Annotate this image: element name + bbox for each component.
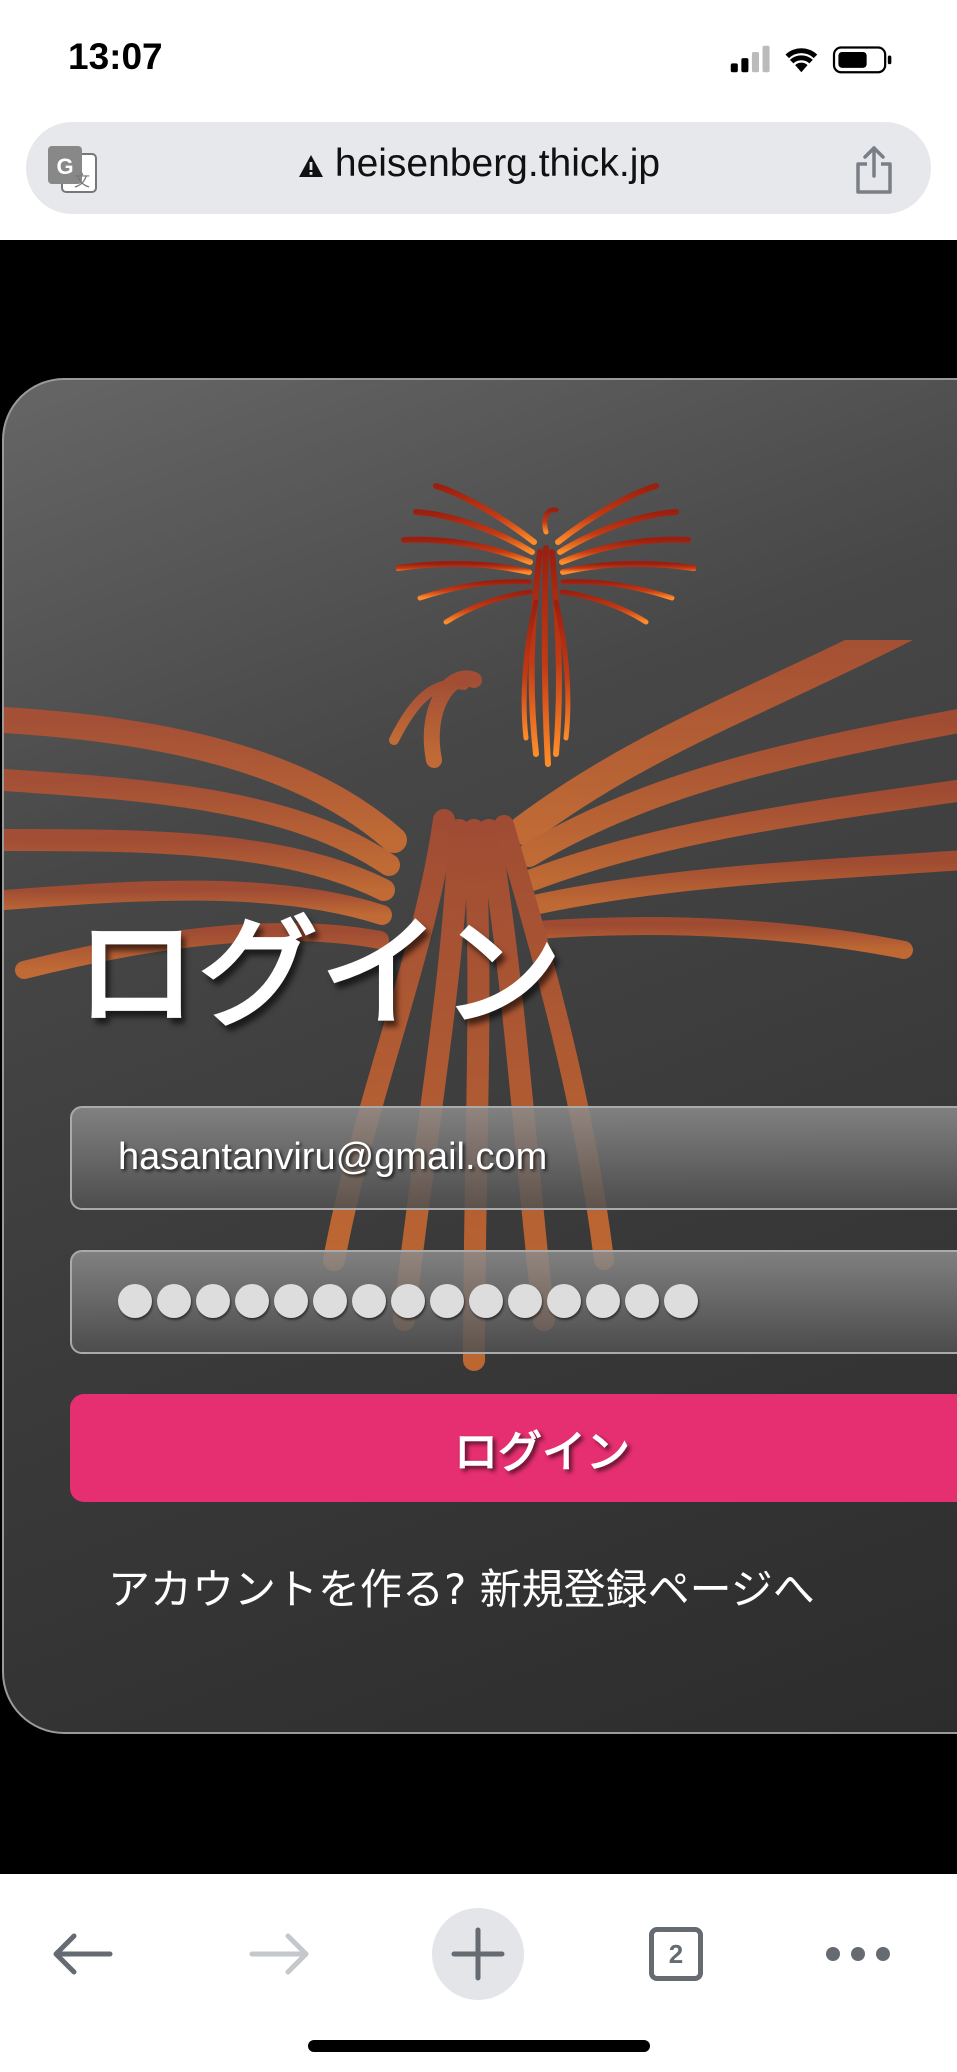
phoenix-logo bbox=[396, 483, 696, 767]
password-dot bbox=[157, 1284, 191, 1318]
home-indicator bbox=[308, 2040, 650, 2052]
address-bar[interactable]: G 文 heisenberg.thick.jp bbox=[26, 122, 931, 214]
password-dot bbox=[625, 1284, 659, 1318]
new-tab-icon bbox=[451, 1927, 505, 1981]
password-dot bbox=[274, 1284, 308, 1318]
password-dot bbox=[664, 1284, 698, 1318]
password-mask bbox=[118, 1284, 698, 1318]
login-button[interactable]: ログイン bbox=[70, 1394, 957, 1502]
forward-button[interactable] bbox=[230, 1904, 330, 2004]
password-dot bbox=[391, 1284, 425, 1318]
login-card: ログイン hasantanviru@gmail.com ログイン アカウントを作… bbox=[2, 378, 957, 1734]
warning-triangle-icon bbox=[298, 154, 323, 177]
password-dot bbox=[352, 1284, 386, 1318]
status-icons bbox=[730, 45, 892, 74]
status-time: 13:07 bbox=[68, 36, 163, 77]
share-icon[interactable] bbox=[853, 144, 895, 196]
password-dot bbox=[235, 1284, 269, 1318]
url-display[interactable]: heisenberg.thick.jp bbox=[26, 142, 931, 186]
password-dot bbox=[118, 1284, 152, 1318]
wifi-icon bbox=[785, 48, 818, 73]
password-field[interactable] bbox=[70, 1250, 957, 1354]
tabs-icon: 2 bbox=[649, 1927, 703, 1981]
email-value: hasantanviru@gmail.com bbox=[118, 1136, 548, 1178]
web-page: ログイン hasantanviru@gmail.com ログイン アカウントを作… bbox=[0, 240, 957, 1874]
browser-chrome: G 文 heisenberg.thick.jp bbox=[0, 112, 957, 240]
tabs-button[interactable]: 2 bbox=[626, 1904, 726, 2004]
password-dot bbox=[430, 1284, 464, 1318]
status-bar: 13:07 bbox=[0, 0, 957, 112]
forward-icon bbox=[249, 1933, 309, 1975]
password-dot bbox=[586, 1284, 620, 1318]
back-button[interactable] bbox=[32, 1904, 132, 2004]
new-tab-button[interactable] bbox=[428, 1904, 528, 2004]
tab-count: 2 bbox=[668, 1938, 684, 1969]
email-field[interactable]: hasantanviru@gmail.com bbox=[70, 1106, 957, 1210]
more-button[interactable] bbox=[808, 1904, 908, 2004]
page-title: ログイン bbox=[76, 905, 564, 1044]
password-dot bbox=[196, 1284, 230, 1318]
signup-link[interactable]: アカウントを作る? 新規登録ページへ bbox=[108, 1556, 815, 1617]
url-text: heisenberg.thick.jp bbox=[334, 142, 661, 185]
cellular-signal-icon bbox=[730, 45, 770, 73]
password-dot bbox=[313, 1284, 347, 1318]
battery-icon bbox=[832, 46, 892, 74]
more-icon bbox=[826, 1947, 890, 1961]
back-icon bbox=[53, 1933, 113, 1975]
password-dot bbox=[547, 1284, 581, 1318]
password-dot bbox=[469, 1284, 503, 1318]
password-dot bbox=[508, 1284, 542, 1318]
